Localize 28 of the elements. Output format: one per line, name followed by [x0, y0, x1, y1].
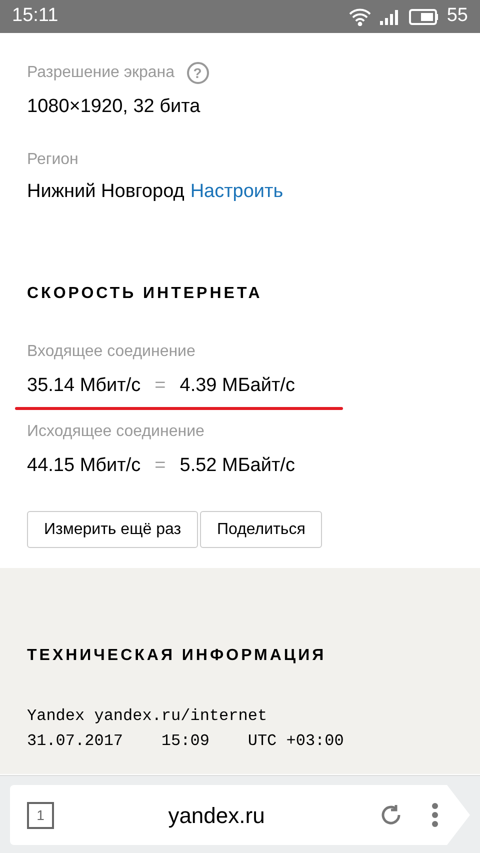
tab-count-button[interactable]: 1 — [27, 802, 54, 828]
section-heading: СКОРОСТЬ ИНТЕРНЕТА — [27, 284, 264, 304]
url-text[interactable]: yandex.ru — [54, 798, 379, 832]
field-label: Разрешение экрана — [27, 63, 175, 83]
battery-level: 55 — [446, 4, 468, 28]
region-value: Нижний Новгород — [27, 180, 184, 204]
field-label: Регион — [27, 150, 80, 170]
info-line: 31.07.2017 15:09 UTC +03:00 — [27, 731, 345, 752]
speed-value: 44.15 Мбит/с — [27, 454, 141, 478]
info-line: Yandex yandex.ru/internet — [27, 706, 268, 727]
equals-sign: = — [154, 454, 166, 478]
field-label: Исходящее соединение — [27, 422, 206, 442]
battery-icon — [408, 8, 439, 24]
menu-icon[interactable] — [431, 802, 439, 828]
speed-value: 4.39 МБайт/с — [180, 374, 295, 398]
resolution-value: 1080×1920, 32 бита — [27, 95, 202, 119]
action-button[interactable]: Поделиться — [200, 511, 322, 548]
speed-value: 5.52 МБайт/с — [180, 454, 295, 478]
field-label: Входящее соединение — [27, 342, 196, 362]
signal-icon — [378, 8, 401, 26]
section-heading: ТЕХНИЧЕСКАЯ ИНФОРМАЦИЯ — [27, 646, 328, 666]
configure-link[interactable]: Настроить — [190, 178, 284, 206]
speed-value: 35.14 Мбит/с — [27, 374, 141, 398]
reload-icon[interactable] — [379, 803, 403, 827]
wifi-icon — [348, 8, 371, 26]
clock: 15:11 — [12, 4, 58, 28]
equals-sign: = — [154, 374, 166, 398]
action-button[interactable]: Измерить ещё раз — [27, 511, 198, 548]
